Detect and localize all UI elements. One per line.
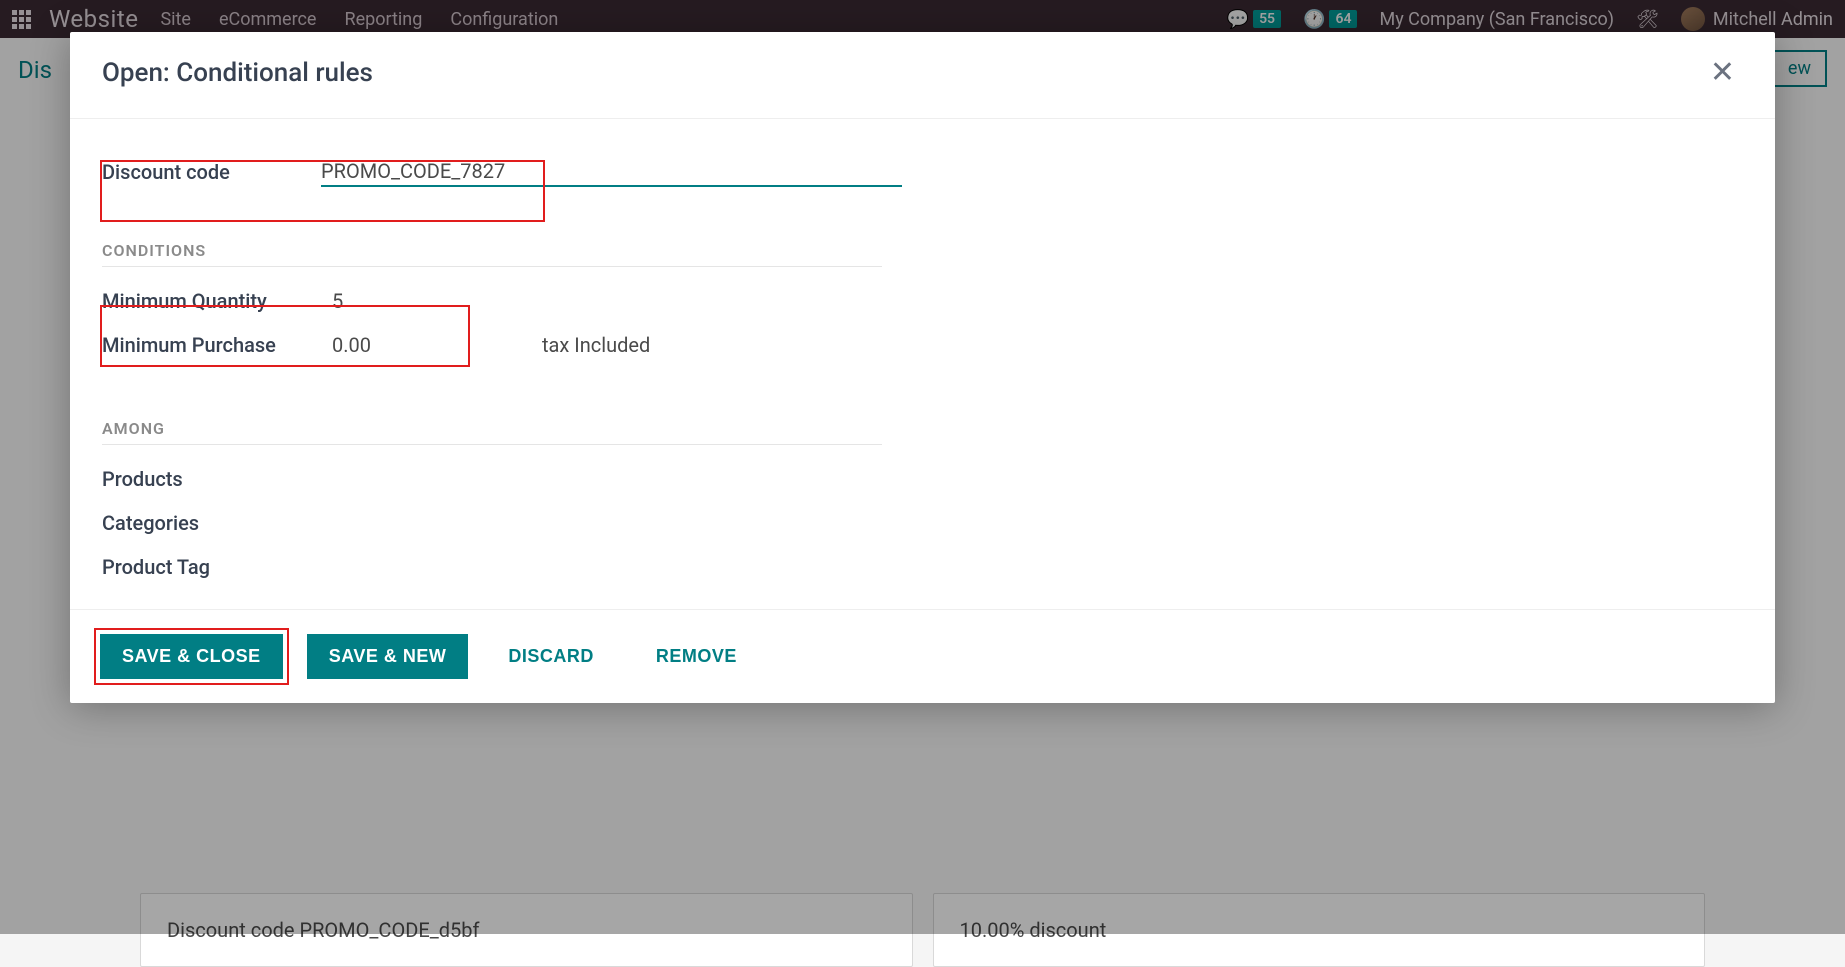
save-close-button[interactable]: SAVE & CLOSE [100, 634, 283, 679]
conditions-section-header: CONDITIONS [102, 241, 882, 267]
save-new-button[interactable]: SAVE & NEW [307, 634, 469, 679]
categories-label: Categories [102, 511, 332, 535]
products-label: Products [102, 467, 332, 491]
close-icon[interactable]: ✕ [1702, 56, 1743, 90]
among-section-header: AMONG [102, 419, 882, 445]
product-tag-row: Product Tag [102, 545, 902, 589]
min-purchase-value[interactable]: 0.00 [332, 333, 442, 357]
conditional-rules-dialog: Open: Conditional rules ✕ Discount code … [70, 32, 1775, 703]
min-purchase-row: Minimum Purchase 0.00 tax Included [102, 323, 902, 367]
min-qty-value[interactable]: 5 [332, 289, 902, 313]
discount-code-row: Discount code [102, 147, 902, 197]
remove-button[interactable]: REMOVE [634, 634, 759, 679]
min-qty-row: Minimum Quantity 5 [102, 279, 902, 323]
discard-button[interactable]: DISCARD [486, 634, 616, 679]
discount-code-label: Discount code [102, 160, 321, 184]
tax-included-label: tax Included [542, 333, 650, 357]
min-purchase-label: Minimum Purchase [102, 333, 332, 357]
dialog-title: Open: Conditional rules [102, 58, 373, 88]
highlight-save-close: SAVE & CLOSE [94, 628, 289, 685]
product-tag-label: Product Tag [102, 555, 332, 579]
dialog-footer: SAVE & CLOSE SAVE & NEW DISCARD REMOVE [70, 609, 1775, 703]
categories-row: Categories [102, 501, 902, 545]
dialog-header: Open: Conditional rules ✕ [70, 32, 1775, 119]
discount-code-input[interactable] [321, 157, 902, 187]
products-row: Products [102, 457, 902, 501]
min-qty-label: Minimum Quantity [102, 289, 332, 313]
dialog-body: Discount code CONDITIONS Minimum Quantit… [70, 119, 1775, 609]
